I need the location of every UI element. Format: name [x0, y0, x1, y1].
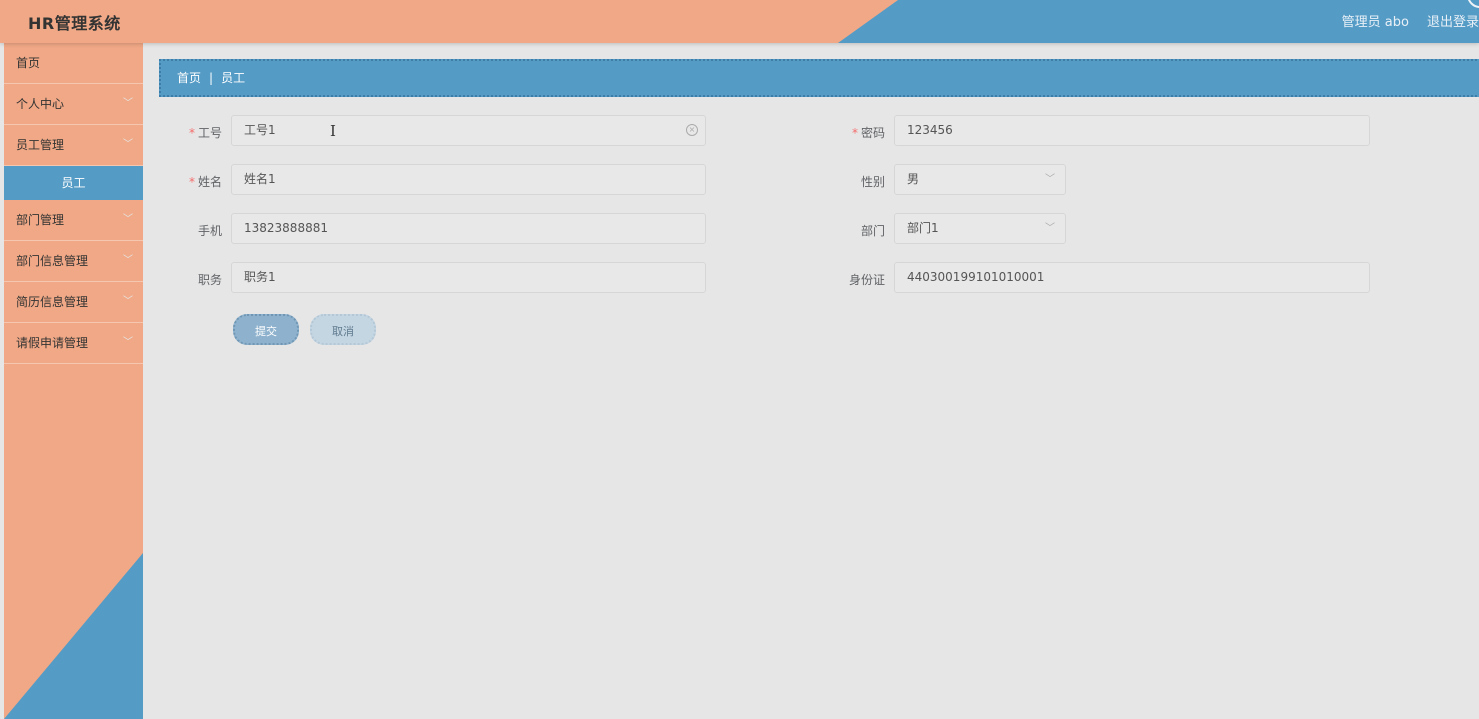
sidebar-item-label: 首页	[16, 56, 41, 70]
id-card-label: 身份证	[815, 271, 885, 288]
sidebar-subitem-label: 员工	[61, 176, 86, 190]
department-select[interactable]: 部门1 ﹀	[894, 213, 1066, 244]
chevron-down-icon: ﹀	[123, 337, 133, 348]
position-input[interactable]: 职务1	[231, 262, 706, 293]
sidebar-item-label: 简历信息管理	[16, 295, 89, 309]
employee-no-value: 工号1	[244, 123, 276, 137]
sidebar-item-resume-info[interactable]: 简历信息管理 ﹀	[4, 282, 143, 323]
sidebar-item-label: 部门信息管理	[16, 254, 89, 268]
breadcrumb: 首页 | 员工	[159, 59, 1479, 97]
password-label: * 密码	[815, 124, 885, 141]
required-mark: *	[188, 175, 195, 189]
department-value: 部门1	[907, 221, 939, 235]
phone-value: 13823888881	[244, 221, 328, 235]
employee-no-input[interactable]: 工号1 ×	[231, 115, 706, 146]
gender-label: 性别	[815, 173, 885, 190]
phone-label: 手机	[152, 222, 222, 239]
password-label-text: 密码	[860, 126, 885, 140]
chevron-down-icon: ﹀	[1045, 223, 1055, 234]
clear-icon[interactable]: ×	[686, 124, 698, 136]
password-value: 123456	[907, 123, 953, 137]
name-label: * 姓名	[152, 173, 222, 190]
name-label-text: 姓名	[197, 175, 222, 189]
header-blue-decoration	[838, 0, 1479, 43]
top-header: HR管理系统 管理员 abo 退出登录	[0, 0, 1479, 43]
chevron-down-icon: ﹀	[123, 255, 133, 266]
header-user-area: 管理员 abo 退出登录	[1342, 11, 1479, 30]
sidebar-item-department-management[interactable]: 部门管理 ﹀	[4, 200, 143, 241]
id-card-input[interactable]: 440300199101010001	[894, 262, 1370, 293]
phone-label-text: 手机	[197, 224, 222, 238]
current-user: 管理员 abo	[1341, 15, 1409, 30]
phone-input[interactable]: 13823888881	[231, 213, 706, 244]
logout-link[interactable]: 退出登录	[1427, 15, 1479, 30]
gender-value: 男	[907, 172, 920, 186]
gender-select[interactable]: 男 ﹀	[894, 164, 1066, 195]
department-label-text: 部门	[860, 224, 885, 238]
sidebar-item-label: 请假申请管理	[16, 336, 89, 350]
position-value: 职务1	[244, 270, 276, 284]
app-title: HR管理系统	[28, 14, 121, 33]
sidebar-subitem-employee[interactable]: 员工	[4, 166, 143, 200]
position-label: 职务	[152, 271, 222, 288]
breadcrumb-current: 员工	[221, 71, 246, 85]
sidebar-item-label: 部门管理	[16, 213, 65, 227]
department-label: 部门	[815, 222, 885, 239]
sidebar-item-label: 员工管理	[16, 138, 65, 152]
cancel-button[interactable]: 取消	[310, 314, 376, 345]
submit-button[interactable]: 提交	[233, 314, 299, 345]
required-mark: *	[851, 126, 858, 140]
id-card-label-text: 身份证	[848, 273, 885, 287]
sidebar-item-home[interactable]: 首页	[4, 43, 143, 84]
position-label-text: 职务	[197, 273, 222, 287]
sidebar-item-employee-management[interactable]: 员工管理 ﹀	[4, 125, 143, 166]
chevron-down-icon: ﹀	[1045, 174, 1055, 185]
id-card-value: 440300199101010001	[907, 270, 1045, 284]
chevron-down-icon: ﹀	[123, 139, 133, 150]
chevron-down-icon: ﹀	[123, 98, 133, 109]
text-cursor-icon: I	[330, 122, 336, 140]
name-value: 姓名1	[244, 172, 276, 186]
breadcrumb-separator: |	[209, 71, 214, 85]
password-input[interactable]: 123456	[894, 115, 1370, 146]
chevron-down-icon: ﹀	[123, 296, 133, 307]
sidebar-item-department-info[interactable]: 部门信息管理 ﹀	[4, 241, 143, 282]
name-input[interactable]: 姓名1	[231, 164, 706, 195]
chevron-down-icon: ﹀	[123, 214, 133, 225]
breadcrumb-home[interactable]: 首页	[177, 71, 201, 85]
employee-no-label: * 工号	[152, 124, 222, 141]
sidebar-menu: 首页 个人中心 ﹀ 员工管理 ﹀ 员工 部门管理 ﹀ 部门信息管理 ﹀ 简历信息…	[4, 43, 143, 364]
sidebar-item-leave-requests[interactable]: 请假申请管理 ﹀	[4, 323, 143, 364]
required-mark: *	[188, 126, 195, 140]
sidebar-item-label: 个人中心	[16, 97, 65, 111]
sidebar-item-personal-center[interactable]: 个人中心 ﹀	[4, 84, 143, 125]
sidebar: 首页 个人中心 ﹀ 员工管理 ﹀ 员工 部门管理 ﹀ 部门信息管理 ﹀ 简历信息…	[4, 43, 143, 719]
employee-no-label-text: 工号	[197, 126, 222, 140]
gender-label-text: 性别	[860, 175, 885, 189]
